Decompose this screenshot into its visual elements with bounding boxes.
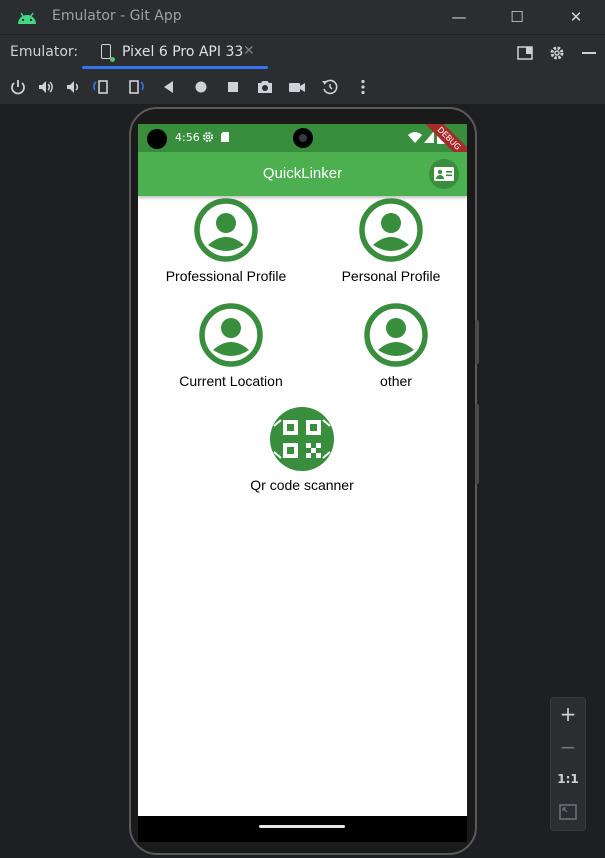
overview-icon[interactable] (224, 78, 242, 96)
device-online-dot (110, 57, 115, 62)
volume-down-icon[interactable] (64, 78, 82, 96)
actual-size-button[interactable]: 1:1 (551, 772, 585, 786)
app-bar: QuickLinker (138, 152, 467, 196)
home-icon[interactable] (192, 78, 210, 96)
current-location-item[interactable]: Current Location (161, 302, 301, 389)
sd-card-status-icon (221, 132, 229, 142)
device-screen[interactable]: 4:56 DEBUG QuickLinker Professional Prof… (138, 124, 467, 816)
window-mode-icon[interactable] (516, 44, 534, 62)
maximize-button[interactable]: ☐ (502, 5, 532, 29)
item-label: Personal Profile (341, 268, 441, 284)
back-icon[interactable] (160, 78, 178, 96)
tab-label: Pixel 6 Pro API 33 (122, 44, 244, 60)
more-icon[interactable] (354, 78, 372, 96)
qr-code-scanner-item[interactable]: Qr code scanner (232, 406, 372, 493)
center-camera (293, 128, 313, 148)
window-titlebar: Emulator - Git App — ☐ ✕ (0, 0, 605, 34)
tab-close-icon[interactable]: ✕ (243, 43, 255, 59)
account-circle-icon (359, 198, 423, 262)
hide-panel-icon[interactable] (580, 44, 598, 62)
gear-icon[interactable] (548, 44, 566, 62)
front-camera-cutout (147, 129, 167, 149)
item-label: other (380, 373, 412, 389)
account-circle-icon (364, 303, 428, 367)
tab-active-indicator (82, 66, 268, 69)
screen-record-icon[interactable] (288, 78, 306, 96)
account-circle-icon (199, 303, 263, 367)
status-bar: 4:56 DEBUG (138, 124, 467, 172)
professional-profile-item[interactable]: Professional Profile (156, 197, 296, 284)
account-circle-icon (194, 198, 258, 262)
fit-screen-icon[interactable] (559, 804, 577, 820)
app-title: QuickLinker (262, 165, 343, 182)
gesture-handle[interactable] (259, 825, 345, 828)
status-time: 4:56 (175, 131, 200, 144)
settings-status-icon (203, 132, 213, 142)
android-logo-icon (18, 12, 36, 24)
emulator-tabbar: Emulator: Pixel 6 Pro API 33 ✕ (0, 34, 605, 71)
phone-volume-key[interactable] (475, 404, 479, 484)
item-label: Qr code scanner (250, 477, 354, 493)
signal-icon (424, 131, 434, 143)
phone-device-icon (101, 44, 111, 59)
contact-card-button[interactable] (429, 159, 459, 189)
other-item[interactable]: other (326, 302, 466, 389)
emulator-label: Emulator: (10, 44, 79, 60)
rotate-right-icon[interactable] (126, 78, 144, 96)
qr-code-icon (270, 407, 334, 471)
gesture-navbar (138, 816, 467, 842)
wifi-icon (408, 132, 422, 143)
volume-up-icon[interactable] (37, 78, 55, 96)
item-label: Professional Profile (165, 268, 287, 284)
close-window-button[interactable]: ✕ (561, 5, 591, 29)
rotate-left-icon[interactable] (93, 78, 111, 96)
tab-pixel-6-pro[interactable]: Pixel 6 Pro API 33 ✕ (82, 35, 268, 69)
power-icon[interactable] (9, 78, 27, 96)
zoom-controls: + − 1:1 (550, 697, 586, 831)
contact-card-icon (434, 167, 454, 181)
screenshot-icon[interactable] (256, 78, 274, 96)
phone-power-key[interactable] (475, 320, 479, 364)
snapshot-icon[interactable] (321, 78, 339, 96)
minimize-button[interactable]: — (444, 5, 474, 29)
zoom-in-button[interactable]: + (551, 702, 585, 726)
item-label: Current Location (179, 373, 283, 389)
emulator-toolbar (0, 70, 605, 104)
zoom-out-button[interactable]: − (551, 735, 585, 759)
window-title: Emulator - Git App (52, 8, 182, 24)
personal-profile-item[interactable]: Personal Profile (321, 197, 461, 284)
